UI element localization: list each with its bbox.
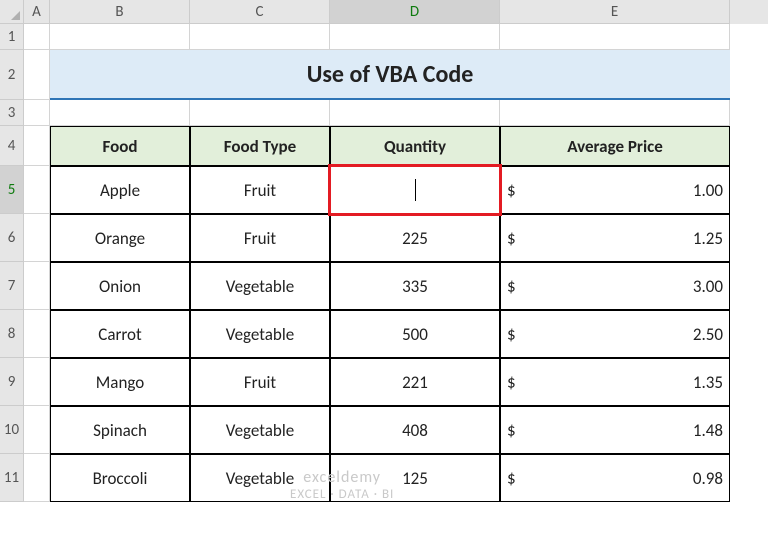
cell-A5[interactable] [24, 166, 50, 214]
header-food[interactable]: Food [50, 126, 190, 166]
currency-symbol: $ [507, 228, 516, 249]
cell-A8[interactable] [24, 310, 50, 358]
col-header-B[interactable]: B [50, 0, 190, 24]
header-type[interactable]: Food Type [190, 126, 330, 166]
cell-food[interactable]: Onion [50, 262, 190, 310]
cell-price[interactable]: $3.00 [500, 262, 730, 310]
col-header-D[interactable]: D [330, 0, 500, 24]
cell-A7[interactable] [24, 262, 50, 310]
cell-type[interactable]: Fruit [190, 358, 330, 406]
cell-type[interactable]: Vegetable [190, 406, 330, 454]
cell-food[interactable]: Orange [50, 214, 190, 262]
select-all-corner[interactable] [0, 0, 24, 24]
cell-A2[interactable] [24, 50, 50, 100]
cell-A1[interactable] [24, 24, 50, 50]
cell-B2[interactable]: Use of VBA Code [50, 50, 190, 100]
cell-qty[interactable]: 500 [330, 310, 500, 358]
cell-food[interactable]: Broccoli [50, 454, 190, 502]
cell-E1[interactable] [500, 24, 730, 50]
price-value: 1.35 [693, 372, 723, 393]
cell-food[interactable]: Apple [50, 166, 190, 214]
currency-symbol: $ [507, 372, 516, 393]
cell-price[interactable]: $0.98 [500, 454, 730, 502]
cell-A10[interactable] [24, 406, 50, 454]
row-header-3[interactable]: 3 [0, 100, 24, 126]
col-header-A[interactable]: A [24, 0, 50, 24]
row-header-6[interactable]: 6 [0, 214, 24, 262]
column-headers: ABCDE [24, 0, 768, 24]
col-header-C[interactable]: C [190, 0, 330, 24]
cell-price[interactable]: $1.00 [500, 166, 730, 214]
price-value: 1.00 [693, 180, 723, 201]
cell-type[interactable]: Vegetable [190, 310, 330, 358]
col-header-E[interactable]: E [500, 0, 730, 24]
cell-price[interactable]: $2.50 [500, 310, 730, 358]
row-header-5[interactable]: 5 [0, 166, 24, 214]
cell-food[interactable]: Spinach [50, 406, 190, 454]
cell-type[interactable]: Fruit [190, 214, 330, 262]
cell-qty[interactable]: 221 [330, 358, 500, 406]
cell-food[interactable]: Carrot [50, 310, 190, 358]
row-header-8[interactable]: 8 [0, 310, 24, 358]
cell-A6[interactable] [24, 214, 50, 262]
cell-qty[interactable]: 408 [330, 406, 500, 454]
row-header-4[interactable]: 4 [0, 126, 24, 166]
row-header-7[interactable]: 7 [0, 262, 24, 310]
price-value: 0.98 [693, 468, 723, 489]
currency-symbol: $ [507, 324, 516, 345]
row-header-11[interactable]: 11 [0, 454, 24, 502]
row-header-9[interactable]: 9 [0, 358, 24, 406]
cell-E3[interactable] [500, 100, 730, 126]
price-value: 1.48 [693, 420, 723, 441]
cell-A9[interactable] [24, 358, 50, 406]
currency-symbol: $ [507, 420, 516, 441]
cell-A4[interactable] [24, 126, 50, 166]
header-qty[interactable]: Quantity [330, 126, 500, 166]
cell-type[interactable]: Fruit [190, 166, 330, 214]
cell-A11[interactable] [24, 454, 50, 502]
cell-D1[interactable] [330, 24, 500, 50]
cell-A3[interactable] [24, 100, 50, 126]
title: Use of VBA Code [50, 50, 730, 100]
currency-symbol: $ [507, 180, 516, 201]
cell-qty[interactable] [330, 166, 500, 214]
row-header-1[interactable]: 1 [0, 24, 24, 50]
cell-C3[interactable] [190, 100, 330, 126]
row-header-10[interactable]: 10 [0, 406, 24, 454]
cell-price[interactable]: $1.25 [500, 214, 730, 262]
spreadsheet: ABCDE 1234567891011 Use of VBA CodeFoodF… [0, 0, 768, 540]
header-price[interactable]: Average Price [500, 126, 730, 166]
cell-B1[interactable] [50, 24, 190, 50]
text-caret [415, 179, 416, 201]
cell-qty[interactable]: 125 [330, 454, 500, 502]
cell-qty[interactable]: 335 [330, 262, 500, 310]
price-value: 1.25 [693, 228, 723, 249]
grid: Use of VBA Code FoodFood TypeQuantityAver… [24, 24, 730, 502]
cell-price[interactable]: $1.35 [500, 358, 730, 406]
row-header-2[interactable]: 2 [0, 50, 24, 100]
currency-symbol: $ [507, 276, 516, 297]
cell-qty[interactable]: 225 [330, 214, 500, 262]
currency-symbol: $ [507, 468, 516, 489]
cell-C1[interactable] [190, 24, 330, 50]
cell-type[interactable]: Vegetable [190, 454, 330, 502]
row-headers: 1234567891011 [0, 24, 24, 502]
cell-price[interactable]: $1.48 [500, 406, 730, 454]
cell-food[interactable]: Mango [50, 358, 190, 406]
cell-D3[interactable] [330, 100, 500, 126]
cell-B3[interactable] [50, 100, 190, 126]
price-value: 2.50 [693, 324, 723, 345]
price-value: 3.00 [693, 276, 723, 297]
cell-type[interactable]: Vegetable [190, 262, 330, 310]
